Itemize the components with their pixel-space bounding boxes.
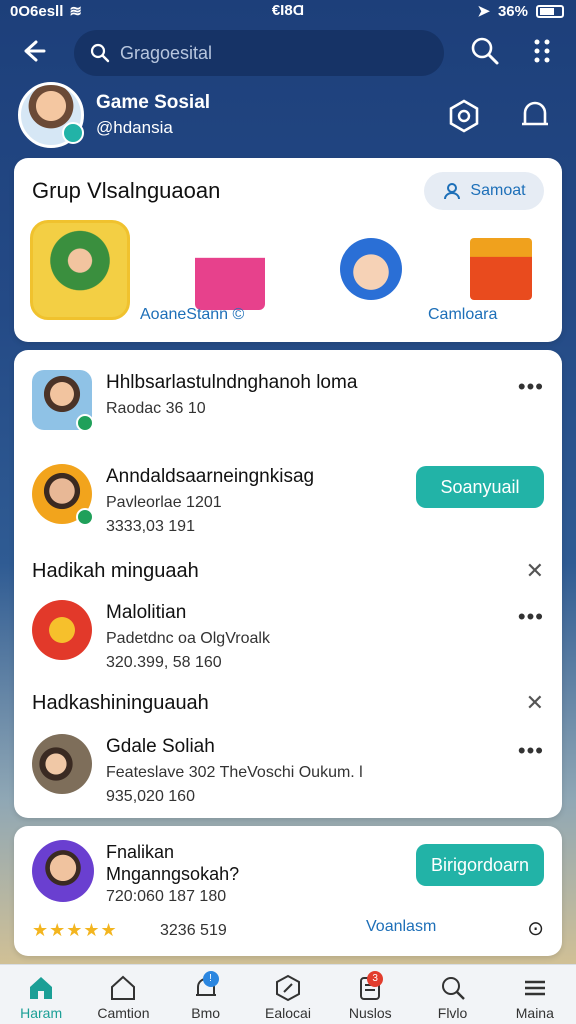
- avatar: [32, 840, 94, 902]
- options-icon[interactable]: ⊙: [527, 916, 544, 941]
- notification-bell-icon[interactable]: [516, 96, 554, 139]
- group-label-1[interactable]: AoaneStann ©: [140, 306, 244, 324]
- back-arrow-icon[interactable]: [18, 36, 50, 68]
- group-label-2[interactable]: Camloara: [428, 306, 497, 324]
- user-icon: [444, 183, 461, 200]
- menu-icon: [494, 973, 576, 1003]
- more-horizontal-icon[interactable]: •••: [518, 374, 544, 400]
- search-icon: [411, 973, 493, 1003]
- bottom-tab-bar: Haram Camtion ! Bmo Ealocai 3 Nuslos Flv…: [0, 964, 576, 1024]
- item-meta: Feateslave 302 TheVoschi Oukum. l: [106, 764, 363, 781]
- tab-label: Bmo: [191, 1005, 221, 1021]
- search-icon[interactable]: [470, 36, 500, 71]
- search-bar[interactable]: [74, 30, 444, 76]
- status-bar: 0O6esll ≋ €Ɩ8Ɑ ➤ 36%: [0, 0, 576, 22]
- tab-community[interactable]: Camtion: [82, 965, 164, 1024]
- item-title: Gdale Soliah: [106, 736, 215, 757]
- item-stats: 320.399, 58 160: [106, 654, 222, 671]
- tab-alerts[interactable]: ! Bmo: [165, 965, 247, 1024]
- profile-header: Game Sosial @hdansia: [18, 82, 558, 152]
- gift-box-icon[interactable]: [180, 220, 280, 320]
- present-icon[interactable]: [450, 220, 550, 320]
- featured-meta: 720:060 187 180: [106, 888, 227, 905]
- verified-badge-icon: [62, 122, 84, 144]
- more-vertical-icon[interactable]: [530, 36, 554, 71]
- featured-title-1: Fnalikan: [106, 842, 175, 862]
- tab-label: Maina: [515, 1005, 554, 1021]
- battery-text: 36%: [497, 2, 528, 20]
- item-title: Malolitian: [106, 602, 187, 623]
- search-input[interactable]: [120, 42, 420, 64]
- rating-stars: ★★★★★: [32, 920, 118, 940]
- status-right: ➤ 36%: [477, 2, 564, 20]
- item-meta: Pavleorlae 1201: [106, 494, 222, 511]
- item-stats: 935,020 160: [106, 788, 195, 805]
- top-bar: [0, 28, 576, 78]
- battery-icon: [536, 4, 564, 18]
- tab-label: Flvlo: [437, 1005, 468, 1021]
- tab-explore[interactable]: Ealocai: [247, 965, 329, 1024]
- featured-card: Fnalikan Mnganngsokah? 720:060 187 180 B…: [14, 826, 562, 956]
- map-icon: [247, 973, 329, 1003]
- more-horizontal-icon[interactable]: •••: [518, 604, 544, 630]
- avatar: [32, 600, 92, 660]
- tab-label: Haram: [20, 1005, 63, 1021]
- featured-title-2: Mnganngsokah?: [106, 864, 240, 884]
- profile-name: Game Sosial: [96, 92, 211, 113]
- tab-badge: 3: [367, 971, 384, 987]
- search-icon: [90, 43, 110, 63]
- location-icon: ➤: [477, 3, 490, 20]
- more-horizontal-icon[interactable]: •••: [518, 738, 544, 764]
- close-icon[interactable]: ✕: [526, 558, 544, 584]
- tab-news[interactable]: 3 Nuslos: [329, 965, 411, 1024]
- item-title: Hhlbsarlastulndnghanoh loma: [106, 372, 358, 393]
- settings-hex-icon[interactable]: [446, 98, 482, 139]
- rating-score: 3236 519: [160, 922, 227, 939]
- section-heading: Hadikah minguaah: [32, 560, 199, 582]
- groups-action-label: Samoat: [470, 182, 526, 199]
- groups-title: Grup Vlsalnguaoan: [32, 178, 221, 203]
- avatar: [32, 734, 92, 794]
- close-icon[interactable]: ✕: [526, 690, 544, 716]
- groups-card: Grup Vlsalnguaoan Samoat AoaneStann © Ca…: [14, 158, 562, 342]
- featured-action-button[interactable]: Birigordoarn: [416, 844, 544, 886]
- section-heading: Hadkashininguauah: [32, 692, 209, 714]
- tab-label: Ealocai: [265, 1005, 311, 1021]
- groups-action-button[interactable]: Samoat: [424, 172, 544, 210]
- group-character-icon[interactable]: [30, 220, 130, 320]
- status-dot-icon: [76, 508, 94, 526]
- item-meta: Raodac 36 10: [106, 400, 206, 417]
- status-dot-icon: [76, 414, 94, 432]
- item-title: Anndaldsaarneingnkisag: [106, 466, 315, 487]
- home-icon: [0, 973, 82, 1003]
- tab-label: Camtion: [97, 1005, 150, 1021]
- tab-search[interactable]: Flvlo: [411, 965, 493, 1024]
- featured-link[interactable]: Voanlasm: [366, 918, 436, 936]
- activity-list-card: Hhlbsarlastulndnghanoh loma Raodac 36 10…: [14, 350, 562, 818]
- item-meta: Padetdnc oa OlgVroalk: [106, 630, 270, 647]
- tab-home[interactable]: Haram: [0, 965, 82, 1024]
- item-stats: 3333,03 191: [106, 518, 195, 535]
- profile-handle: @hdansia: [96, 118, 173, 137]
- item-action-button[interactable]: Soanyuail: [416, 466, 544, 508]
- house-outline-icon: [82, 973, 164, 1003]
- tab-menu[interactable]: Maina: [494, 965, 576, 1024]
- tab-label: Nuslos: [348, 1005, 392, 1021]
- tab-badge: !: [202, 971, 219, 987]
- helmet-character-icon[interactable]: [320, 220, 420, 320]
